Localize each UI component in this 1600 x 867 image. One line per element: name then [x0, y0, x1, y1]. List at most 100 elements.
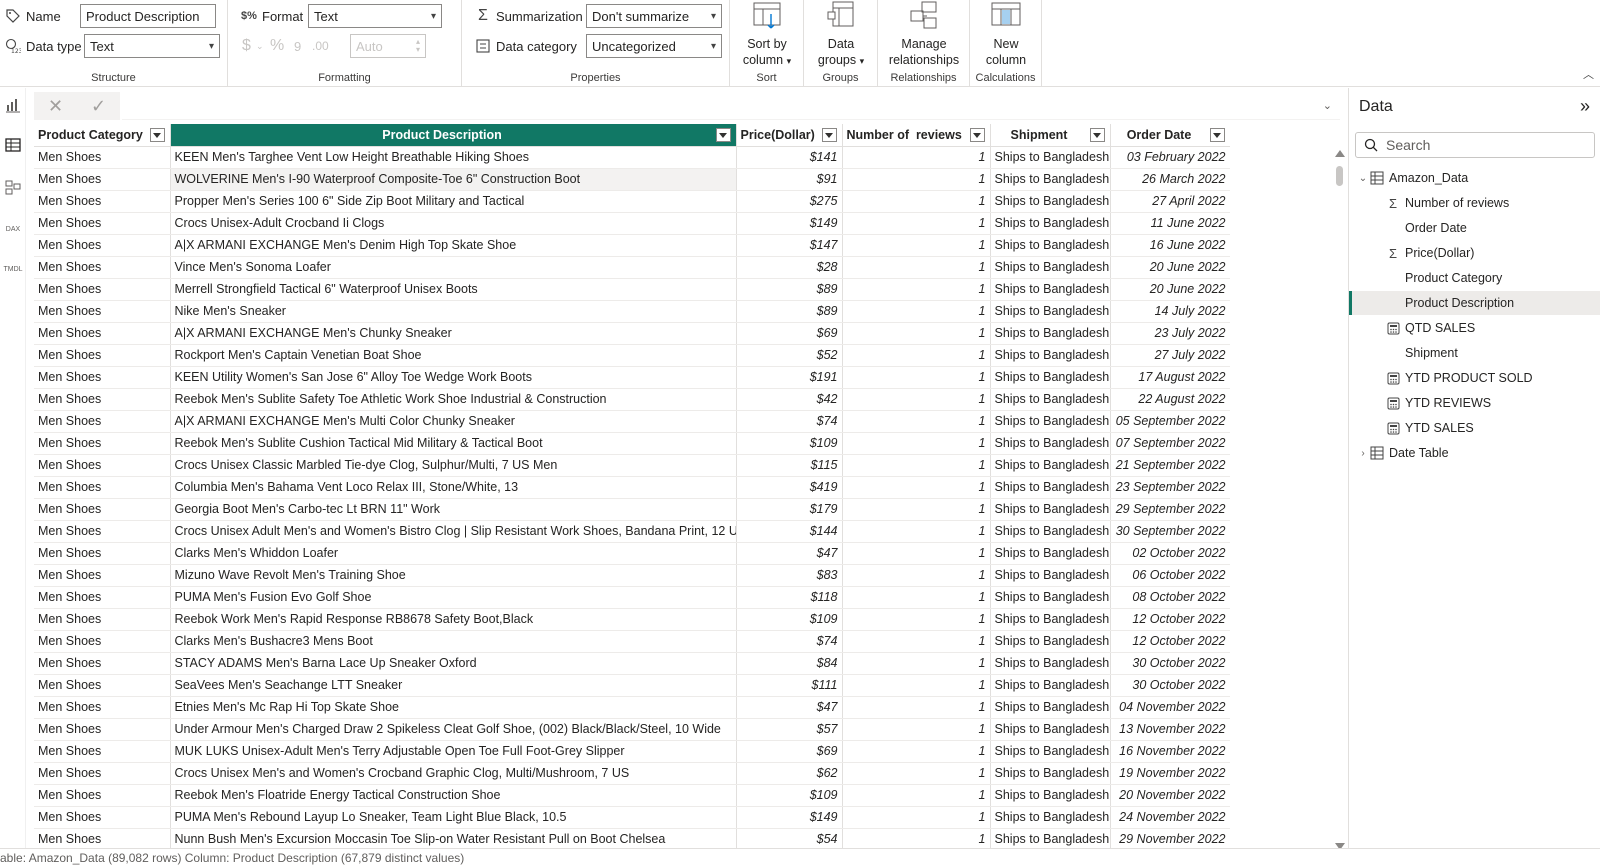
cell-shipment[interactable]: Ships to Bangladesh — [990, 564, 1111, 587]
cell-product-description[interactable]: STACY ADAMS Men's Barna Lace Up Sneaker … — [170, 652, 737, 675]
cell-number-of-reviews[interactable]: 1 — [842, 146, 991, 169]
cell-number-of-reviews[interactable]: 1 — [842, 652, 991, 675]
cell-price[interactable]: $109 — [736, 432, 843, 455]
cell-shipment[interactable]: Ships to Bangladesh — [990, 520, 1111, 543]
cell-number-of-reviews[interactable]: 1 — [842, 696, 991, 719]
cell-shipment[interactable]: Ships to Bangladesh — [990, 696, 1111, 719]
cell-number-of-reviews[interactable]: 1 — [842, 300, 991, 323]
cell-product-category[interactable]: Men Shoes — [34, 696, 171, 719]
vertical-scrollbar[interactable] — [1334, 150, 1346, 850]
cell-price[interactable]: $149 — [736, 212, 843, 235]
cell-number-of-reviews[interactable]: 1 — [842, 454, 991, 477]
cell-price[interactable]: $57 — [736, 718, 843, 741]
cell-price[interactable]: $69 — [736, 322, 843, 345]
tree-field-ytd-product-sold[interactable]: YTD PRODUCT SOLD — [1349, 366, 1600, 390]
table-row[interactable]: Men Shoes WOLVERINE Men's I-90 Waterproof… — [34, 168, 1230, 191]
cell-product-category[interactable]: Men Shoes — [34, 322, 171, 345]
cell-number-of-reviews[interactable]: 1 — [842, 784, 991, 807]
new-column-button[interactable]: New column — [970, 0, 1042, 68]
cell-product-description[interactable]: MUK LUKS Unisex-Adult Men's Terry Adjust… — [170, 740, 737, 763]
cell-price[interactable]: $191 — [736, 366, 843, 389]
cell-shipment[interactable]: Ships to Bangladesh — [990, 762, 1111, 785]
cell-product-category[interactable]: Men Shoes — [34, 344, 171, 367]
cell-price[interactable]: $52 — [736, 344, 843, 367]
cell-shipment[interactable]: Ships to Bangladesh — [990, 718, 1111, 741]
cell-shipment[interactable]: Ships to Bangladesh — [990, 652, 1111, 675]
cell-product-description[interactable]: Vince Men's Sonoma Loafer — [170, 256, 737, 279]
cell-product-description[interactable]: Columbia Men's Bahama Vent Loco Relax II… — [170, 476, 737, 499]
cell-shipment[interactable]: Ships to Bangladesh — [990, 366, 1111, 389]
cell-order-date[interactable]: 30 October 2022 — [1110, 652, 1230, 675]
cell-order-date[interactable]: 23 September 2022 — [1110, 476, 1230, 499]
cell-number-of-reviews[interactable]: 1 — [842, 256, 991, 279]
cell-product-description[interactable]: Reebok Men's Sublite Cushion Tactical Mi… — [170, 432, 737, 455]
cell-price[interactable]: $42 — [736, 388, 843, 411]
cell-product-category[interactable]: Men Shoes — [34, 564, 171, 587]
cell-product-category[interactable]: Men Shoes — [34, 718, 171, 741]
cell-product-description[interactable]: Reebok Men's Sublite Safety Toe Athletic… — [170, 388, 737, 411]
cell-price[interactable]: $179 — [736, 498, 843, 521]
tree-field-shipment[interactable]: Shipment — [1349, 341, 1600, 365]
cell-product-category[interactable]: Men Shoes — [34, 146, 171, 169]
cell-shipment[interactable]: Ships to Bangladesh — [990, 168, 1111, 191]
cell-shipment[interactable]: Ships to Bangladesh — [990, 234, 1111, 257]
filter-dropdown-icon[interactable] — [1209, 128, 1225, 142]
table-row[interactable]: Men Shoes Vince Men's Sonoma Loafer $28 1 Sh… — [34, 256, 1230, 279]
table-row[interactable]: Men Shoes Columbia Men's Bahama Vent Loco… — [34, 476, 1230, 499]
cancel-icon[interactable]: ✕ — [48, 96, 63, 117]
tree-field-product-category[interactable]: Product Category — [1349, 266, 1600, 290]
column-header-order-date[interactable]: Order Date — [1110, 124, 1230, 147]
collapse-ribbon-icon[interactable]: ︿ — [1583, 66, 1594, 82]
cell-product-category[interactable]: Men Shoes — [34, 498, 171, 521]
tree-field-order-date[interactable]: Order Date — [1349, 216, 1600, 240]
cell-product-description[interactable]: Crocs Unisex Adult Men's and Women's Bis… — [170, 520, 737, 543]
cell-order-date[interactable]: 19 November 2022 — [1110, 762, 1230, 785]
filter-dropdown-icon[interactable] — [715, 128, 731, 142]
cell-shipment[interactable]: Ships to Bangladesh — [990, 586, 1111, 609]
cell-shipment[interactable]: Ships to Bangladesh — [990, 344, 1111, 367]
cell-product-description[interactable]: Crocs Unisex-Adult Crocband Ii Clogs — [170, 212, 737, 235]
cell-order-date[interactable]: 26 March 2022 — [1110, 168, 1230, 191]
cell-price[interactable]: $62 — [736, 762, 843, 785]
cell-order-date[interactable]: 16 June 2022 — [1110, 234, 1230, 257]
cell-order-date[interactable]: 17 August 2022 — [1110, 366, 1230, 389]
cell-shipment[interactable]: Ships to Bangladesh — [990, 740, 1111, 763]
table-row[interactable]: Men Shoes Reebok Work Men's Rapid Respons… — [34, 608, 1230, 631]
cell-number-of-reviews[interactable]: 1 — [842, 542, 991, 565]
cell-product-category[interactable]: Men Shoes — [34, 476, 171, 499]
cell-shipment[interactable]: Ships to Bangladesh — [990, 608, 1111, 631]
cell-order-date[interactable]: 21 September 2022 — [1110, 454, 1230, 477]
cell-price[interactable]: $28 — [736, 256, 843, 279]
scroll-up-icon[interactable] — [1335, 150, 1345, 157]
table-row[interactable]: Men Shoes Merrell Strongfield Tactical 6"… — [34, 278, 1230, 301]
cell-shipment[interactable]: Ships to Bangladesh — [990, 674, 1111, 697]
column-header-product-description[interactable]: Product Description — [170, 124, 737, 147]
cell-product-description[interactable]: Merrell Strongfield Tactical 6" Waterpro… — [170, 278, 737, 301]
cell-price[interactable]: $84 — [736, 652, 843, 675]
cell-order-date[interactable]: 12 October 2022 — [1110, 608, 1230, 631]
table-row[interactable]: Men Shoes MUK LUKS Unisex-Adult Men's Ter… — [34, 740, 1230, 763]
column-header-shipment[interactable]: Shipment — [990, 124, 1111, 147]
table-row[interactable]: Men Shoes PUMA Men's Rebound Layup Lo Sne… — [34, 806, 1230, 829]
cell-shipment[interactable]: Ships to Bangladesh — [990, 146, 1111, 169]
cell-shipment[interactable]: Ships to Bangladesh — [990, 300, 1111, 323]
sort-by-column-button[interactable]: Sort by column ▾ — [730, 0, 804, 69]
search-input[interactable]: Search — [1355, 132, 1595, 158]
table-row[interactable]: Men Shoes Reebok Men's Sublite Cushion Ta… — [34, 432, 1230, 455]
tree-field-product-description[interactable]: Product Description — [1349, 291, 1600, 315]
tree-table-date-table[interactable]: › Date Table — [1349, 441, 1600, 465]
table-row[interactable]: Men Shoes A|X ARMANI EXCHANGE Men's Denim… — [34, 234, 1230, 257]
cell-product-category[interactable]: Men Shoes — [34, 674, 171, 697]
table-row[interactable]: Men Shoes Mizuno Wave Revolt Men's Traini… — [34, 564, 1230, 587]
cell-product-category[interactable]: Men Shoes — [34, 168, 171, 191]
cell-price[interactable]: $149 — [736, 806, 843, 829]
cell-product-category[interactable]: Men Shoes — [34, 828, 171, 848]
cell-number-of-reviews[interactable]: 1 — [842, 520, 991, 543]
cell-price[interactable]: $111 — [736, 674, 843, 697]
cell-number-of-reviews[interactable]: 1 — [842, 740, 991, 763]
data-category-select[interactable]: Uncategorized ▾ — [586, 34, 722, 58]
table-row[interactable]: Men Shoes Reebok Men's Sublite Safety Toe… — [34, 388, 1230, 411]
table-row[interactable]: Men Shoes Etnies Men's Mc Rap Hi Top Skat… — [34, 696, 1230, 719]
cell-number-of-reviews[interactable]: 1 — [842, 432, 991, 455]
cell-order-date[interactable]: 22 August 2022 — [1110, 388, 1230, 411]
